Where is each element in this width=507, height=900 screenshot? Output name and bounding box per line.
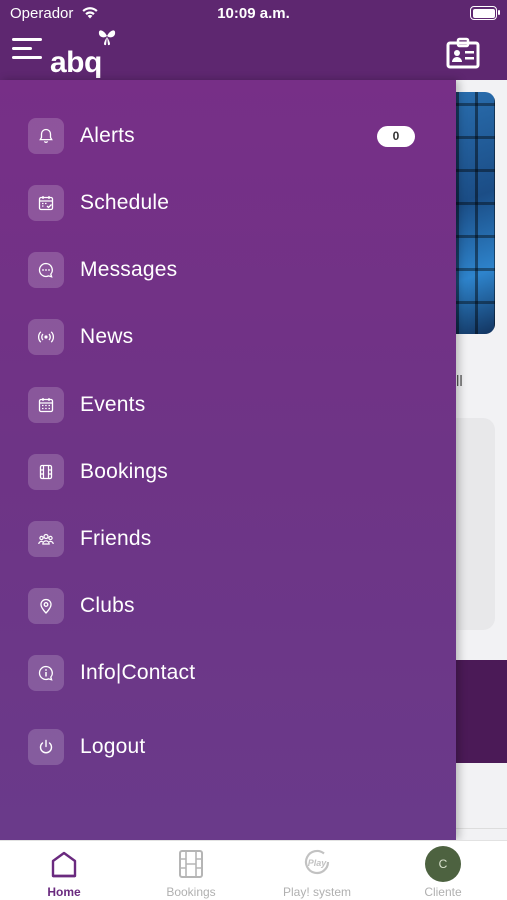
drawer-item-label: Events (80, 393, 146, 416)
drawer-item-logout[interactable]: Logout (0, 719, 456, 775)
tab-label: Cliente (424, 885, 462, 899)
play-system-icon: Play (304, 849, 330, 875)
alerts-count-badge: 0 (377, 126, 415, 147)
id-card-icon[interactable] (446, 37, 480, 69)
drawer-item-messages[interactable]: Messages (0, 242, 456, 298)
chat-bubble-icon (28, 252, 64, 288)
drawer-item-bookings[interactable]: Bookings (0, 444, 456, 500)
drawer-item-label: Info|Contact (80, 661, 196, 684)
home-icon (51, 851, 77, 878)
logo-text: abq (50, 46, 102, 79)
hamburger-menu-icon[interactable] (12, 38, 42, 62)
status-bar: Operador 10:09 a.m. (0, 0, 507, 28)
bottom-tab-bar: Home Bookings Play Play! system C Client… (0, 840, 507, 900)
broadcast-icon (28, 319, 64, 355)
drawer-item-alerts[interactable]: Alerts 0 (0, 108, 456, 164)
ticket-icon (179, 850, 203, 878)
drawer-item-info-contact[interactable]: Info|Contact (0, 645, 456, 701)
calendar-grid-icon (28, 387, 64, 423)
info-icon (28, 655, 64, 691)
drawer-item-label: News (80, 325, 134, 348)
calendar-check-icon (28, 185, 64, 221)
drawer-item-label: Friends (80, 527, 152, 550)
drawer-item-label: Alerts (80, 124, 135, 147)
avatar: C (425, 846, 461, 882)
tab-label: Play! system (282, 885, 351, 899)
svg-text:Play: Play (308, 858, 328, 868)
status-time: 10:09 a.m. (217, 5, 290, 22)
drawer-item-label: Logout (80, 735, 146, 758)
drawer-item-news[interactable]: News (0, 309, 456, 365)
drawer-item-schedule[interactable]: Schedule (0, 175, 456, 231)
drawer-item-label: Messages (80, 258, 178, 281)
drawer-item-label: Bookings (80, 460, 168, 483)
background-partial-text: ll (456, 373, 463, 390)
tab-home[interactable]: Home (1, 841, 127, 900)
bell-icon (28, 118, 64, 154)
battery-icon (470, 6, 500, 20)
map-pin-icon (28, 588, 64, 624)
tab-play-system[interactable]: Play Play! system (254, 841, 380, 900)
group-icon (28, 521, 64, 557)
tab-cliente[interactable]: C Cliente (380, 841, 506, 900)
drawer-item-events[interactable]: Events (0, 377, 456, 433)
drawer-item-friends[interactable]: Friends (0, 511, 456, 567)
tab-bookings[interactable]: Bookings (128, 841, 254, 900)
tab-label: Bookings (166, 885, 216, 899)
drawer-item-clubs[interactable]: Clubs (0, 578, 456, 634)
butterfly-logo-icon (98, 30, 116, 46)
app-header: Operador 10:09 a.m. abq (0, 0, 507, 80)
ticket-icon (28, 454, 64, 490)
drawer-item-label: Clubs (80, 594, 135, 617)
drawer-item-label: Schedule (80, 191, 170, 214)
app-logo: abq (50, 28, 125, 79)
tab-label: Home (47, 885, 81, 899)
power-icon (28, 729, 64, 765)
side-drawer: Alerts 0 Schedule Messages News Events B… (0, 80, 456, 840)
